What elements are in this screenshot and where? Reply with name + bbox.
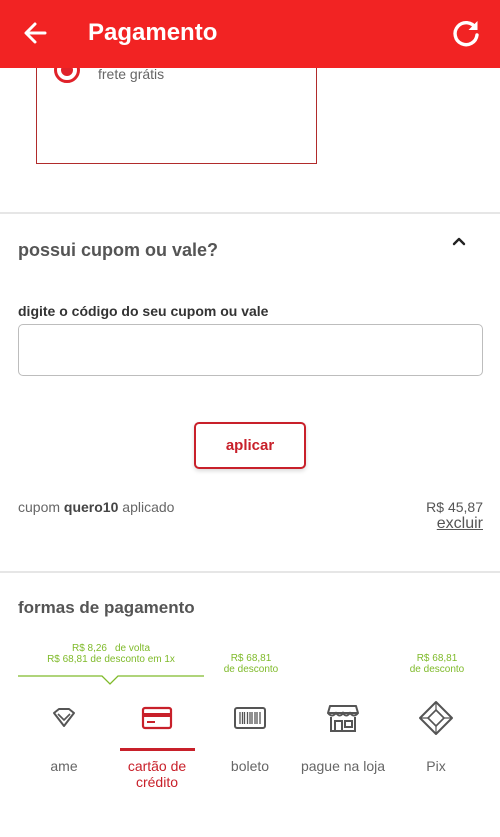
payment-method-label: ame (50, 758, 78, 774)
boleto-discount-value: R$ 68,81 (230, 653, 272, 664)
barcode-icon (234, 707, 266, 729)
card-discount-text: R$ 68,81 de desconto em 1x (47, 654, 175, 665)
applied-coupon-value: R$ 45,87 (426, 499, 483, 515)
section-divider (0, 571, 500, 573)
card-promo-badge: R$ 8,26 de volta R$ 68,81 de desconto em … (18, 643, 204, 665)
section-divider (0, 212, 500, 214)
payment-method-pix[interactable]: Pix (390, 700, 482, 774)
refresh-icon[interactable] (450, 17, 482, 49)
apply-coupon-button[interactable]: aplicar (194, 422, 306, 469)
credit-card-icon (141, 706, 173, 730)
applied-suffix: aplicado (122, 499, 175, 515)
payment-method-label: pague na loja (300, 758, 386, 774)
boleto-promo-badge: R$ 68,81 de desconto (208, 653, 294, 675)
payment-section-title: formas de pagamento (18, 598, 195, 617)
cashback-value: R$ 8,26 (71, 643, 107, 654)
store-icon (327, 705, 359, 732)
payment-method-boleto[interactable]: boleto (204, 700, 296, 774)
payment-method-ame[interactable]: ame (18, 700, 110, 774)
remove-coupon-link[interactable]: excluir (400, 515, 483, 533)
promo-pointer-line (18, 675, 204, 685)
payment-method-store[interactable]: pague na loja (297, 700, 389, 774)
coupon-field-label: digite o código do seu cupom ou vale (18, 303, 269, 319)
payment-method-credit-card[interactable]: cartão de crédito (111, 700, 203, 790)
applied-coupon-code: quero10 (63, 499, 119, 515)
pix-promo-badge: R$ 68,81 de desconto (394, 653, 480, 675)
applied-prefix: cupom (18, 499, 61, 515)
chevron-up-icon[interactable] (449, 232, 469, 252)
app-bar: Pagamento (0, 0, 500, 68)
ame-diamond-icon (53, 708, 75, 727)
coupon-section-title: possui cupom ou vale? (18, 240, 219, 260)
selected-method-indicator (120, 748, 195, 751)
arrow-left-icon[interactable] (20, 18, 50, 48)
payment-method-label: boleto (230, 758, 270, 774)
cashback-suffix: de volta (115, 643, 151, 654)
page-title: Pagamento (88, 19, 218, 46)
pix-icon (419, 701, 453, 735)
payment-method-label: Pix (426, 758, 446, 774)
pix-discount-value: R$ 68,81 (416, 653, 458, 664)
coupon-input[interactable] (18, 324, 483, 376)
payment-method-label: cartão de crédito (127, 758, 187, 790)
applied-coupon-info: cupom quero10 aplicado (18, 499, 174, 515)
shipping-option-text: frete grátis (98, 66, 165, 82)
boleto-discount-suffix: de desconto (223, 664, 279, 675)
pix-discount-suffix: de desconto (409, 664, 465, 675)
